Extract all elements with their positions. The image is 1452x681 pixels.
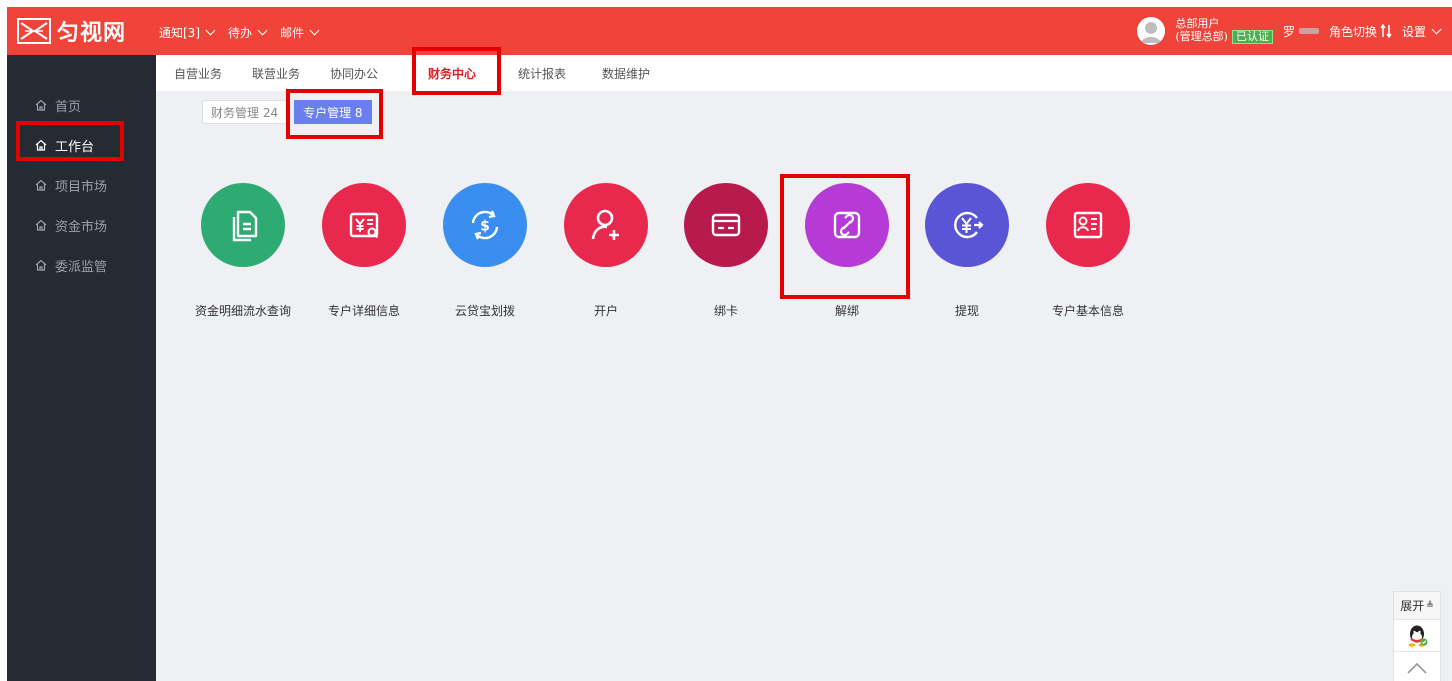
sidebar-item-supervision[interactable]: 委派监管: [7, 245, 156, 285]
tile-label: 开户: [593, 304, 618, 318]
user-org: (管理总部): [1175, 30, 1228, 43]
tile-bind-card[interactable]: 绑卡: [666, 183, 776, 323]
chevron-down-icon: [205, 25, 216, 36]
settings-menu[interactable]: 设置: [1402, 23, 1444, 40]
tile-circle: [805, 183, 889, 267]
back-to-top-button[interactable]: [1394, 652, 1440, 681]
user-type: 总部用户: [1175, 17, 1220, 30]
tile-label: 绑卡: [713, 304, 738, 318]
sidebar-item-label: 首页: [55, 99, 82, 115]
expand-button[interactable]: 展开 ≜: [1394, 592, 1440, 620]
home-icon: [35, 99, 47, 111]
float-panel: 展开 ≜: [1393, 591, 1441, 681]
subtab-account-management[interactable]: 专户管理 8: [294, 100, 372, 124]
chevron-up-icon: [1407, 662, 1427, 674]
link-icon: [833, 211, 861, 239]
sidebar-item-label: 项目市场: [55, 179, 108, 195]
sidebar-item-label: 委派监管: [55, 259, 108, 275]
tile-circle: [564, 183, 648, 267]
user-area: 总部用户 (管理总部) 已认证 罗 角色切换 设置: [1137, 15, 1444, 47]
chevron-down-icon: [309, 25, 320, 36]
sub-tabs: 财务管理 24 专户管理 8: [202, 100, 372, 124]
sidebar-item-label: 工作台: [55, 139, 95, 155]
tile-circle: [684, 183, 768, 267]
home-icon: [35, 139, 47, 151]
sidebar-item-home[interactable]: 首页: [7, 85, 156, 125]
svg-text:$: $: [480, 219, 490, 235]
id-card-icon: [1073, 211, 1103, 239]
tile-fund-flow-query[interactable]: 资金明细流水查询: [183, 183, 293, 323]
role-switch-button[interactable]: 角色切换: [1329, 23, 1392, 40]
tile-circle: [201, 183, 285, 267]
top-bar: 匀视网 通知[3] 待办 邮件 总部用户 (管理总部) 已认证 罗 角色切换 设…: [7, 7, 1452, 55]
tile-label: 专户详细信息: [327, 304, 400, 318]
user-name-text: 罗: [1282, 24, 1295, 39]
blurred-name: [1298, 28, 1319, 34]
double-up-icon: ≜: [1426, 600, 1434, 611]
yuan-detail-icon: [349, 212, 379, 239]
tile-label: 资金明细流水查询: [194, 304, 291, 318]
tile-account-basic-info[interactable]: 专户基本信息: [1028, 183, 1138, 323]
tile-label: 专户基本信息: [1051, 304, 1124, 318]
tile-circle: [1046, 183, 1130, 267]
sidebar-item-label: 资金市场: [55, 219, 108, 235]
todo-label: 待办: [228, 26, 253, 40]
chevron-down-icon: [1431, 24, 1442, 34]
tab-self-business[interactable]: 自营业务: [174, 65, 222, 82]
todo-menu[interactable]: 待办: [228, 24, 270, 41]
tile-circle: [322, 183, 406, 267]
tile-label: 云贷宝划拨: [454, 304, 515, 318]
logo[interactable]: 匀视网: [17, 17, 127, 46]
sidebar-item-project-market[interactable]: 项目市场: [7, 165, 156, 205]
tile-unbind[interactable]: 解绑: [787, 183, 897, 323]
tile-account-details[interactable]: 专户详细信息: [304, 183, 414, 323]
top-nav: 通知[3] 待办 邮件: [159, 24, 322, 41]
card-icon: [711, 213, 741, 237]
swap-icon: [1380, 24, 1392, 38]
subtab-finance-management[interactable]: 财务管理 24: [202, 100, 288, 124]
yuan-withdraw-icon: [954, 211, 984, 239]
user-name[interactable]: 罗: [1283, 23, 1319, 40]
tile-circle: $: [443, 183, 527, 267]
tab-collaboration[interactable]: 协同办公: [330, 65, 378, 82]
sidebar-item-workbench[interactable]: 工作台: [7, 125, 156, 165]
tile-label: 解绑: [834, 304, 859, 318]
tab-joint-business[interactable]: 联营业务: [252, 65, 300, 82]
verified-badge: 已认证: [1231, 30, 1273, 44]
tab-data-maintenance[interactable]: 数据维护: [602, 65, 650, 82]
logo-text: 匀视网: [57, 20, 127, 46]
notifications-menu[interactable]: 通知[3]: [159, 24, 218, 41]
tile-label: 提现: [954, 304, 979, 318]
mail-menu[interactable]: 邮件: [280, 24, 322, 41]
tab-finance-center[interactable]: 财务中心: [428, 65, 476, 82]
home-icon: [35, 259, 47, 271]
sidebar-item-fund-market[interactable]: 资金市场: [7, 205, 156, 245]
user-avatar-icon: [1137, 17, 1166, 45]
home-icon: [35, 179, 47, 191]
main-tabs: 自营业务 联营业务 协同办公 财务中心 统计报表 数据维护: [156, 55, 1452, 91]
tile-open-account[interactable]: 开户: [546, 183, 656, 323]
settings-label: 设置: [1401, 24, 1426, 39]
tile-withdraw[interactable]: 提现: [907, 183, 1017, 323]
qq-button[interactable]: [1394, 620, 1440, 652]
logo-mark-icon: [17, 18, 51, 44]
chevron-down-icon: [257, 25, 268, 36]
tile-circle: [925, 183, 1009, 267]
notifications-label: 通知[3]: [159, 26, 200, 40]
home-icon: [35, 219, 47, 231]
app-frame: 匀视网 通知[3] 待办 邮件 总部用户 (管理总部) 已认证 罗 角色切换 设…: [7, 7, 1452, 681]
sidebar: 首页 工作台 项目市场 资金市场 委派监管: [7, 55, 156, 681]
qq-icon: [1408, 625, 1428, 647]
add-user-icon: [591, 209, 619, 240]
expand-label: 展开: [1400, 599, 1425, 613]
tile-transfer[interactable]: $ 云贷宝划拨: [425, 183, 535, 323]
mail-label: 邮件: [280, 26, 305, 40]
role-switch-label: 角色切换: [1328, 24, 1377, 39]
avatar[interactable]: [1137, 17, 1166, 45]
tab-reports[interactable]: 统计报表: [518, 65, 566, 82]
dollar-transfer-icon: $: [471, 210, 499, 240]
user-info: 总部用户 (管理总部) 已认证: [1175, 18, 1273, 44]
document-list-icon: [232, 210, 258, 242]
